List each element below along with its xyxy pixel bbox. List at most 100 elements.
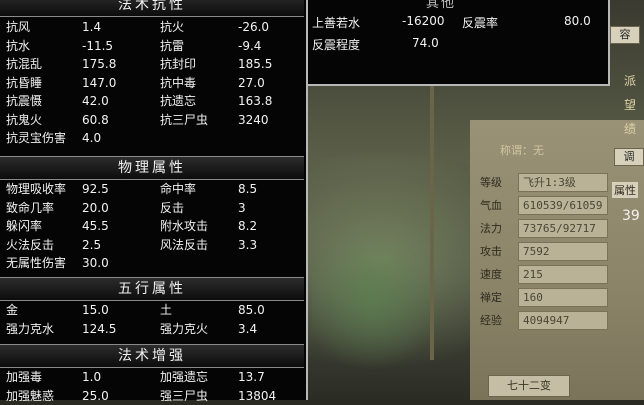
extra-value: -16200	[402, 14, 445, 28]
character-stat-label: 气血	[480, 199, 502, 212]
section-title-physical: 物理属性	[0, 156, 304, 180]
attribute-value: 45.5	[82, 219, 109, 233]
attribute-label: 抗昏睡	[6, 75, 43, 90]
attribute-value: 42.0	[82, 94, 109, 108]
attribute-row: 抗风 1.4 抗火 -26.0	[0, 18, 304, 36]
character-stat-label: 速度	[480, 268, 502, 281]
attribute-value: 8.5	[238, 182, 258, 196]
attribute-label: 反击	[160, 200, 185, 215]
attribute-label: 风法反击	[160, 237, 209, 252]
character-stat-row: 经验 4094947	[480, 310, 608, 330]
attribute-value: 3.3	[238, 237, 258, 252]
section-title-five-elements: 五行属性	[0, 277, 304, 301]
attribute-row: 致命几率 20.0 反击 3	[0, 199, 304, 217]
other-attributes-panel: 其他 上善若水 -16200 反震率 80.0 反震程度 74.0	[306, 0, 610, 86]
attribute-label: 抗遗忘	[160, 94, 197, 108]
character-stat-row: 法力 73765/92717	[480, 218, 608, 238]
attribute-label: 加强遗忘	[160, 370, 209, 384]
attribute-value: 27.0	[238, 75, 265, 90]
character-stat-row: 等级 飞升1:3级	[480, 172, 608, 192]
attribute-row: 加强毒 1.0 加强遗忘 13.7	[0, 368, 304, 386]
section-title-magic-boost: 法术增强	[0, 344, 304, 368]
attribute-row: 金 15.0 土 85.0	[0, 301, 304, 319]
attribute-value: 2.5	[82, 237, 102, 252]
attribute-value: 163.8	[238, 94, 273, 108]
attribute-value: 15.0	[82, 303, 109, 317]
attribute-value: 3	[238, 200, 246, 215]
attribute-label: 抗水	[6, 38, 31, 53]
extra-value: 80.0	[564, 14, 591, 28]
side-button-2[interactable]: 调	[614, 148, 644, 166]
attribute-label: 抗风	[6, 20, 31, 34]
attribute-label: 强三尸虫	[160, 388, 209, 403]
extra-label: 上善若水	[312, 16, 361, 30]
scene-decoration	[312, 220, 432, 380]
character-stat-label: 法力	[480, 222, 502, 235]
attribute-label: 抗震慑	[6, 94, 43, 108]
scene-scrollbar[interactable]	[430, 60, 434, 360]
attribute-row: 加强魅惑 25.0 强三尸虫 13804	[0, 387, 304, 405]
side-label-reputation: 望	[624, 98, 637, 112]
attribute-label: 致命几率	[6, 200, 55, 215]
attribute-label: 抗灵宝伤害	[6, 131, 67, 145]
attribute-label: 抗混乱	[6, 57, 43, 71]
character-stat-label: 等级	[480, 176, 502, 189]
attribute-label: 躲闪率	[6, 219, 43, 233]
attribute-label: 抗火	[160, 20, 185, 34]
attribute-label: 物理吸收率	[6, 182, 67, 196]
attribute-label: 命中率	[160, 182, 197, 196]
attribute-label: 土	[160, 303, 173, 317]
side-button-1[interactable]: 容	[610, 26, 640, 44]
attribute-label: 加强毒	[6, 370, 43, 384]
attribute-value: -9.4	[238, 38, 262, 53]
character-stat-value: 73765/92717	[518, 218, 608, 238]
attribute-value: 175.8	[82, 57, 117, 71]
attribute-label: 强力克水	[6, 321, 55, 336]
attribute-value: 3240	[238, 112, 269, 127]
extra-label: 反震程度	[312, 38, 361, 52]
attribute-label: 无属性伤害	[6, 256, 67, 270]
attribute-row: 抗震慑 42.0 抗遗忘 163.8	[0, 92, 304, 110]
character-stat-label: 经验	[480, 314, 502, 327]
attribute-row: 躲闪率 45.5 附水攻击 8.2	[0, 217, 304, 235]
attribute-row: 无属性伤害 30.0	[0, 254, 304, 272]
extra-value: 74.0	[412, 36, 439, 50]
transform-72-button[interactable]: 七十二变	[488, 375, 570, 397]
attribute-label: 抗鬼火	[6, 112, 43, 127]
attribute-label: 强力克火	[160, 321, 209, 336]
character-title-label: 称谓：无	[500, 144, 544, 157]
attribute-value: 30.0	[82, 256, 109, 270]
character-stat-value: 610539/61059	[518, 195, 608, 215]
character-stat-value: 160	[518, 287, 608, 307]
attribute-value: 20.0	[82, 200, 109, 215]
side-number: 39	[622, 208, 640, 224]
side-attr-label[interactable]: 属性	[612, 182, 638, 198]
attribute-value: 124.5	[82, 321, 117, 336]
attribute-row: 抗灵宝伤害 4.0	[0, 129, 304, 147]
attribute-value: 1.4	[82, 20, 102, 34]
attribute-row: 火法反击 2.5 风法反击 3.3	[0, 236, 304, 254]
side-label-sect: 派	[624, 74, 637, 88]
attribute-value: 147.0	[82, 75, 117, 90]
character-stat-value: 飞升1:3级	[518, 172, 608, 192]
attribute-row: 抗水 -11.5 抗雷 -9.4	[0, 37, 304, 55]
attribute-label: 金	[6, 303, 19, 317]
attribute-label: 抗中毒	[160, 75, 197, 90]
attribute-value: 60.8	[82, 112, 109, 127]
character-stat-row: 攻击 7592	[480, 241, 608, 261]
attribute-row: 物理吸收率 92.5 命中率 8.5	[0, 180, 304, 198]
attribute-value: 25.0	[82, 388, 109, 403]
attribute-value: -26.0	[238, 20, 270, 34]
attribute-value: 92.5	[82, 182, 109, 196]
attribute-label: 附水攻击	[160, 219, 209, 233]
attribute-value: 4.0	[82, 131, 102, 145]
attribute-value: 3.4	[238, 321, 258, 336]
attribute-label: 抗雷	[160, 38, 185, 53]
extra-label: 反震率	[462, 16, 499, 30]
character-stat-row: 速度 215	[480, 264, 608, 284]
attribute-label: 火法反击	[6, 237, 55, 252]
attribute-row: 抗混乱 175.8 抗封印 185.5	[0, 55, 304, 73]
attribute-value: 13.7	[238, 370, 265, 384]
character-stat-value: 7592	[518, 241, 608, 261]
character-stat-row: 禅定 160	[480, 287, 608, 307]
